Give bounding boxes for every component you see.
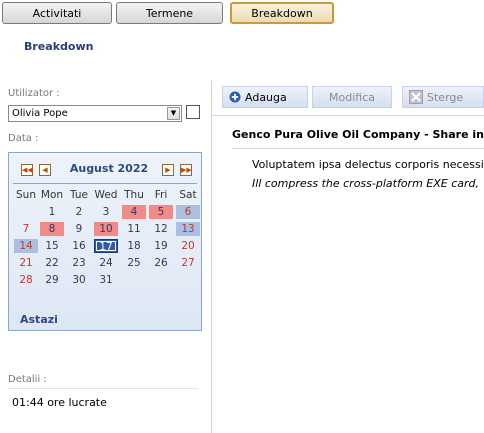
entry-divider [232, 148, 484, 149]
user-label: Utilizator : [8, 88, 60, 99]
delete-icon [409, 90, 423, 104]
panel-divider [211, 80, 212, 433]
prev-year-icon[interactable]: ◀◀ [21, 164, 33, 176]
add-button[interactable]: Adauga [222, 86, 308, 108]
today-link[interactable]: Astazi [20, 313, 58, 326]
calendar-day[interactable]: 19 [149, 239, 173, 253]
calendar-day[interactable]: 25 [122, 256, 146, 270]
weekday-header: Tue [70, 189, 88, 201]
weekday-header: Wed [94, 189, 118, 201]
calendar-day[interactable]: 26 [149, 256, 173, 270]
calendar-day[interactable]: 7 [14, 222, 38, 236]
calendar-day[interactable]: 2 [67, 205, 91, 219]
entry-item-subtitle: Ill compress the cross-platform EXE card… [252, 177, 480, 190]
calendar-day[interactable]: 8 [40, 222, 64, 236]
calendar-day[interactable]: 14 [14, 239, 38, 253]
calendar-day[interactable]: 28 [14, 273, 38, 287]
section-title: Breakdown [24, 40, 94, 53]
weekday-header: Mon [40, 189, 64, 201]
calendar-day[interactable]: 4 [122, 205, 146, 219]
calendar-day[interactable]: 27 [176, 256, 200, 270]
calendar-day[interactable]: 1 [40, 205, 64, 219]
prev-month-icon[interactable]: ◀ [39, 164, 51, 176]
tab-termene[interactable]: Termene [116, 2, 223, 24]
entry-item-title[interactable]: Voluptatem ipsa delectus corporis necess… [252, 158, 484, 171]
date-label: Data : [8, 133, 39, 144]
weekday-header: Thu [124, 189, 144, 201]
entry-title: Genco Pura Olive Oil Company - Share inc… [232, 128, 484, 141]
calendar-day[interactable]: 16 [67, 239, 91, 253]
weekday-header: Sun [16, 189, 36, 201]
edit-button[interactable]: Modifica [312, 86, 392, 108]
calendar-day[interactable]: 29 [40, 273, 64, 287]
tab-activitati[interactable]: Activitati [2, 2, 112, 24]
next-year-icon[interactable]: ▶▶ [180, 164, 192, 176]
calendar-day[interactable]: 9 [67, 222, 91, 236]
delete-button-label: Sterge [427, 90, 464, 104]
calendar-day[interactable]: 10 [94, 222, 118, 236]
calendar-day[interactable]: 23 [67, 256, 91, 270]
plus-circle-icon [229, 91, 241, 103]
calendar-day[interactable]: 6 [176, 205, 200, 219]
tab-breakdown[interactable]: Breakdown [230, 2, 334, 24]
calendar-day[interactable]: 12 [149, 222, 173, 236]
calendar-month-title: August 2022 [69, 162, 149, 175]
calendar-day[interactable]: 22 [40, 256, 64, 270]
calendar-day[interactable]: 21 [14, 256, 38, 270]
details-value: 01:44 ore lucrate [12, 396, 107, 409]
calendar-day[interactable]: 5 [149, 205, 173, 219]
calendar-day[interactable]: 18 [122, 239, 146, 253]
calendar-day[interactable]: 3 [94, 205, 118, 219]
user-checkbox[interactable] [186, 105, 200, 119]
details-label: Detalii : [8, 374, 47, 385]
dropdown-arrow-icon[interactable]: ▼ [167, 107, 180, 120]
weekday-header: Fri [154, 189, 168, 201]
calendar-day[interactable]: 13 [176, 222, 200, 236]
calendar-day[interactable]: 31 [94, 273, 118, 287]
calendar-day[interactable]: 30 [67, 273, 91, 287]
toolbar: Adauga Modifica Sterge [212, 80, 484, 116]
calendar-day[interactable]: 24 [94, 256, 118, 270]
next-month-icon[interactable]: ▶ [162, 164, 174, 176]
details-divider [8, 388, 198, 389]
user-select[interactable]: Olivia Pope ▼ [8, 105, 182, 122]
add-button-label: Adauga [245, 90, 287, 104]
calendar: ◀◀ ◀ August 2022 ▶ ▶▶ Sun Mon Tue Wed Thu Fri… [8, 152, 202, 331]
calendar-day[interactable]: 17 [94, 239, 118, 253]
calendar-day[interactable]: 11 [122, 222, 146, 236]
calendar-divider [13, 183, 197, 184]
delete-button[interactable]: Sterge [402, 86, 484, 108]
edit-button-label: Modifica [329, 90, 375, 104]
user-select-value: Olivia Pope [12, 108, 68, 119]
weekday-header: Sat [179, 189, 197, 201]
calendar-day[interactable]: 20 [176, 239, 200, 253]
calendar-day[interactable]: 15 [40, 239, 64, 253]
